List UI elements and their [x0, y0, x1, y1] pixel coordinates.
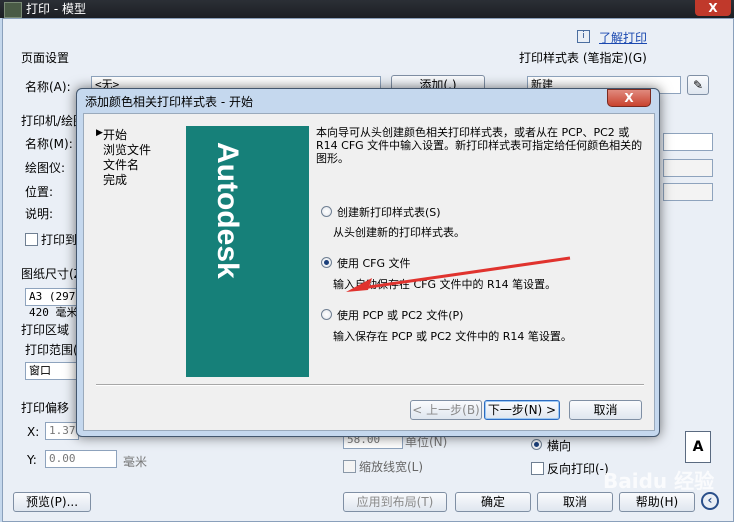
dpi-input[interactable] — [663, 183, 713, 201]
offset-y-input[interactable]: 0.00 — [45, 450, 117, 468]
help-button[interactable]: 帮助(H) — [619, 492, 695, 512]
page-setup-name-label: 名称(A): — [25, 80, 71, 94]
scale-lineweights-label: 缩放线宽(L) — [359, 460, 424, 474]
dialog-divider — [96, 384, 644, 386]
autodesk-logo: Autodesk — [211, 142, 244, 279]
add-color-style-table-dialog: 添加颜色相关打印样式表 - 开始 X ▶ 开始 浏览文件 文件名 完成 Auto… — [76, 88, 660, 437]
preview-button[interactable]: 预览(P)... — [13, 492, 91, 512]
shaded-viewport-select[interactable] — [663, 133, 713, 151]
apply-to-layout-button[interactable]: 应用到布局(T) — [343, 492, 447, 512]
quality-select[interactable] — [663, 159, 713, 177]
parent-close-button[interactable]: X — [695, 0, 731, 16]
learn-print-link[interactable]: 了解打印 — [599, 29, 647, 46]
watermark-text: Baidu 经验 — [603, 469, 715, 493]
location-label: 位置: — [25, 185, 54, 199]
option-create-new-description: 从头创建新的打印样式表。 — [333, 226, 465, 239]
intro-text: 本向导可从头创建颜色相关打印样式表，或者从在 PCP、PC2 或 R14 CFG… — [316, 126, 643, 165]
step-finish: 完成 — [103, 173, 128, 187]
option-create-new-label[interactable]: 创建新打印样式表(S) — [337, 204, 441, 220]
autodesk-logo-text: Autodesk — [211, 142, 244, 279]
ok-button[interactable]: 确定 — [455, 492, 531, 512]
autodesk-logo-panel: Autodesk — [186, 126, 309, 377]
dialog-close-button[interactable]: X — [607, 89, 651, 107]
page-setup-title: 页面设置 — [21, 51, 70, 65]
next-button[interactable]: 下一步(N) > — [484, 400, 560, 420]
parent-titlebar: 打印 - 模型 X — [0, 0, 734, 18]
print-to-file-checkbox[interactable] — [25, 233, 38, 246]
option-create-new-radio[interactable] — [321, 206, 332, 217]
back-button[interactable]: < 上一步(B) — [410, 400, 482, 420]
pencil-icon: ✎ — [692, 78, 704, 92]
expand-collapse-icon[interactable]: ‹ — [701, 492, 719, 510]
current-step-pointer-icon: ▶ — [96, 128, 103, 138]
dialog-title: 添加颜色相关打印样式表 - 开始 — [85, 95, 253, 109]
orientation-paper-icon: A — [685, 431, 711, 463]
offset-x-label: X: — [27, 425, 40, 439]
landscape-radio[interactable] — [531, 439, 542, 450]
edit-style-table-button[interactable]: ✎ — [687, 75, 709, 95]
print-range-select[interactable]: 窗口 — [25, 362, 81, 380]
upside-down-label: 反向打印(-) — [547, 462, 609, 476]
print-offset-title: 打印偏移 — [21, 401, 70, 415]
info-icon: i — [577, 30, 590, 43]
offset-y-label: Y: — [27, 453, 37, 467]
plotter-label: 绘图仪: — [25, 161, 66, 175]
option-use-pcp-label[interactable]: 使用 PCP 或 PC2 文件(P) — [337, 307, 463, 323]
option-use-pcp-radio[interactable] — [321, 309, 332, 320]
print-area-title: 打印区域 — [21, 323, 70, 337]
parent-cancel-button[interactable]: 取消 — [537, 492, 613, 512]
offset-unit-label: 毫米 — [123, 455, 148, 469]
print-style-table-title: 打印样式表 (笔指定)(G) — [519, 51, 647, 65]
landscape-label: 横向 — [547, 439, 572, 453]
scale-lineweights-checkbox[interactable] — [343, 460, 356, 473]
parent-window-title: 打印 - 模型 — [26, 2, 86, 16]
autocad-app-icon — [4, 2, 22, 18]
upside-down-checkbox[interactable] — [531, 462, 544, 475]
printer-name-label: 名称(M): — [25, 137, 73, 151]
description-label: 说明: — [25, 207, 54, 221]
option-use-pcp-description: 输入保存在 PCP 或 PC2 文件中的 R14 笔设置。 — [333, 330, 572, 343]
dialog-cancel-button[interactable]: 取消 — [569, 400, 642, 420]
offset-x-input[interactable]: 1.37 — [45, 422, 79, 440]
annotation-arrow-icon — [346, 256, 571, 292]
option-use-cfg-radio[interactable] — [321, 257, 332, 268]
